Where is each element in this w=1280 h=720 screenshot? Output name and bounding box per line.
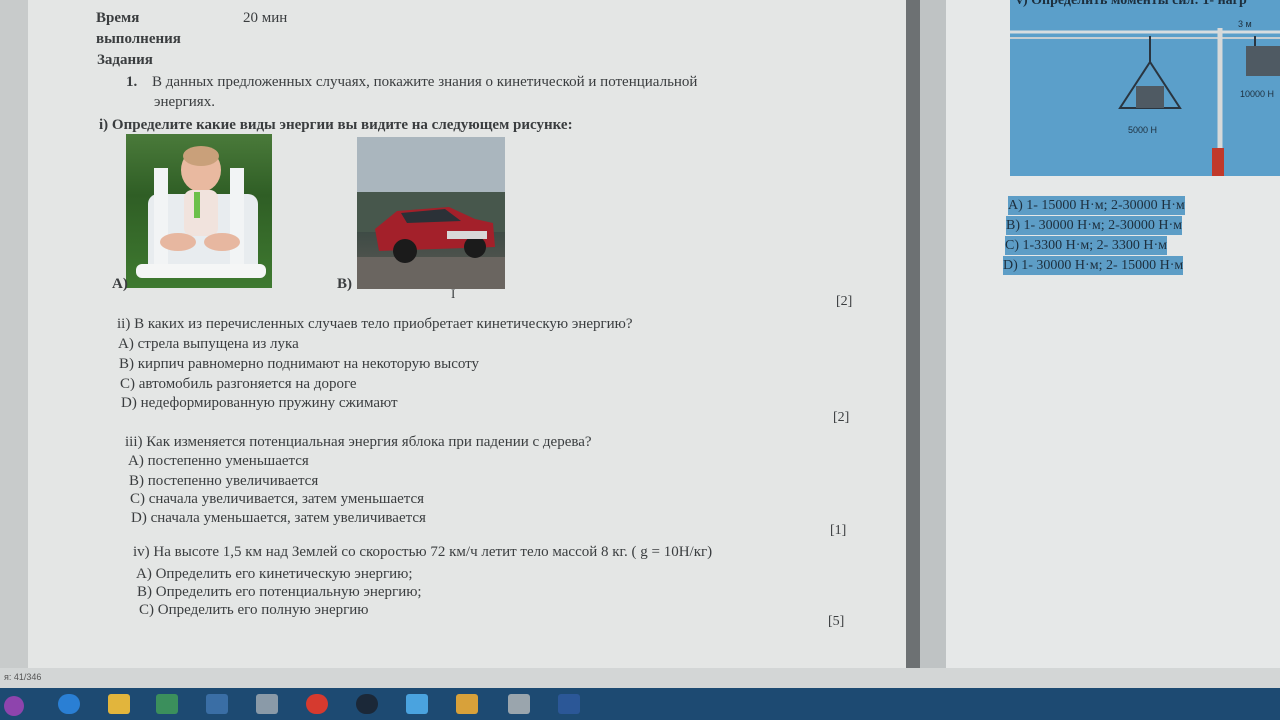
score-q3: [1] <box>830 523 847 538</box>
game-app-icon[interactable] <box>456 694 478 714</box>
gamepad-icon[interactable] <box>508 694 530 714</box>
store-icon[interactable] <box>156 694 178 714</box>
load-right-label: 10000 Н <box>1240 89 1275 99</box>
mail-icon[interactable] <box>206 694 228 714</box>
photo-red-car <box>357 137 505 289</box>
question-2-option-d: D) недеформированную пружину сжимают <box>121 395 398 411</box>
tasks-label: Задания <box>97 52 153 68</box>
window-gutter <box>0 0 28 670</box>
question-2-option-b: B) кирпич равномерно поднимают на некото… <box>119 356 480 372</box>
score-q1: [2] <box>836 294 853 309</box>
word-app-icon[interactable] <box>558 694 580 714</box>
edge-browser-icon[interactable] <box>58 694 80 714</box>
score-q2: [2] <box>833 410 850 425</box>
question-4-option-a: A) Определить его кинетическую энергию; <box>136 566 413 582</box>
option-b-label: B) <box>337 276 352 292</box>
answer-option-d: D) 1- 30000 Н·м; 2- 15000 Н·м <box>1003 256 1184 275</box>
car-illustration <box>357 137 505 289</box>
question-2-text: ii) В каких из перечисленных случаев тел… <box>117 316 633 332</box>
question-3-text: iii) Как изменяется потенциальная энерги… <box>125 434 592 450</box>
page-gap <box>920 0 946 668</box>
distance-label: 3 м <box>1238 19 1252 29</box>
baby-illustration <box>136 146 266 278</box>
task-text-line1: В данных предложенных случаях, покажите … <box>152 74 698 90</box>
file-explorer-icon[interactable] <box>108 694 130 714</box>
question-3-option-a: A) постепенно уменьшается <box>128 453 309 469</box>
start-button-icon[interactable] <box>4 696 24 716</box>
page-counter: я: 41/346 <box>4 672 42 682</box>
photo-baby-in-high-chair <box>126 134 272 288</box>
time-value: 20 мин <box>243 10 288 26</box>
question-3-option-b: B) постепенно увеличивается <box>129 473 319 489</box>
question-3-option-d: D) сначала уменьшается, затем увеличивае… <box>131 510 426 526</box>
answer-option-b: B) 1- 30000 Н·м; 2-30000 Н·м <box>1006 216 1182 235</box>
option-a-label: A) <box>112 276 128 292</box>
task-number: 1. <box>126 74 138 90</box>
question-4-option-b: B) Определить его потенциальную энергию; <box>137 584 422 600</box>
page-divider <box>906 0 920 668</box>
document-app-icon[interactable] <box>256 694 278 714</box>
question-3-option-c: C) сначала увеличивается, затем уменьшае… <box>130 491 425 507</box>
steam-icon[interactable] <box>356 694 378 714</box>
score-q4: [5] <box>828 614 845 629</box>
time-label-continued: выполнения <box>96 31 181 47</box>
photos-icon[interactable] <box>406 694 428 714</box>
answer-option-a: A) 1- 15000 Н·м; 2-30000 Н·м <box>1008 196 1185 215</box>
time-label: Время <box>96 10 140 26</box>
task-text-line2: энергиях. <box>154 94 215 110</box>
question-4-text: iv) На высоте 1,5 км над Землей со скоро… <box>133 544 713 560</box>
question-4-option-c: C) Определить его полную энергию <box>139 602 369 618</box>
question-1-text: i) Определите какие виды энергии вы види… <box>99 117 573 133</box>
yandex-browser-icon[interactable] <box>306 694 328 714</box>
windows-taskbar <box>0 688 1280 720</box>
crane-figure: v) Определить моменты сил: 1- нагр 3 м 5… <box>1010 0 1280 176</box>
question-2-option-c: C) автомобиль разгоняется на дороге <box>120 376 357 392</box>
load-left-label: 5000 Н <box>1128 125 1158 135</box>
answer-option-c: C) 1-3300 Н·м; 2- 3300 Н·м <box>1005 236 1167 255</box>
question-2-option-a: A) стрела выпущена из лука <box>118 336 299 352</box>
small-mark: I <box>451 286 456 301</box>
word-status-bar <box>0 668 1280 688</box>
